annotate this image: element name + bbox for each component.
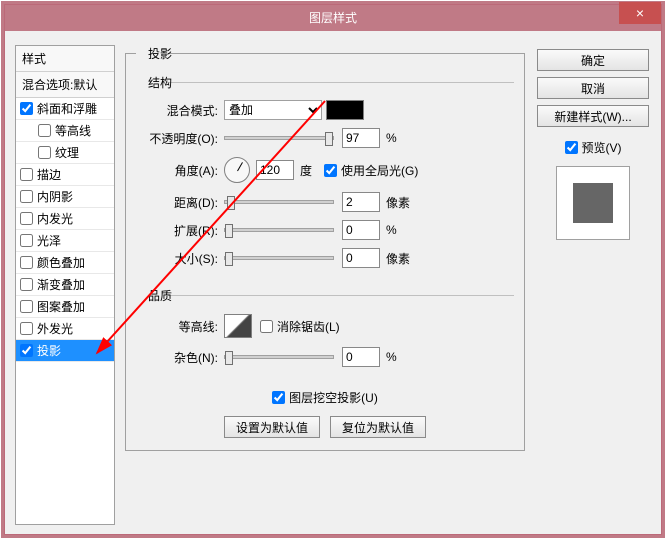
sidebar-item-2[interactable]: 纹理 [16,142,114,164]
preview-box [556,166,630,240]
distance-unit: 像素 [386,194,410,211]
angle-input[interactable] [256,160,294,180]
antialias-label: 消除锯齿(L) [277,318,340,335]
set-default-button[interactable]: 设置为默认值 [224,416,320,438]
size-label: 大小(S): [136,250,218,267]
new-style-button[interactable]: 新建样式(W)... [537,105,649,127]
reset-default-button[interactable]: 复位为默认值 [330,416,426,438]
sidebar-item-checkbox[interactable] [20,212,33,225]
noise-input[interactable] [342,347,380,367]
sidebar-item-label: 斜面和浮雕 [37,100,97,117]
angle-unit: 度 [300,162,312,179]
size-slider[interactable] [224,256,334,260]
opacity-label: 不透明度(O): [136,130,218,147]
sidebar-item-label: 纹理 [55,144,79,161]
preview-swatch [573,183,613,223]
structure-fieldset: 结构 混合模式: 叠加 不透明度(O): % 角度(A): [136,74,514,279]
sidebar-header-blend[interactable]: 混合选项:默认 [16,72,114,98]
sidebar-item-label: 描边 [37,166,61,183]
sidebar-item-checkbox[interactable] [38,146,51,159]
angle-dial[interactable] [224,157,250,183]
noise-slider[interactable] [224,355,334,359]
titlebar: 图层样式 × [5,5,661,31]
spread-label: 扩展(R): [136,222,218,239]
shadow-color-swatch[interactable] [326,100,364,120]
sidebar-item-9[interactable]: 图案叠加 [16,296,114,318]
layer-style-dialog: 图层样式 × 样式 混合选项:默认 斜面和浮雕等高线纹理描边内阴影内发光光泽颜色… [4,4,662,535]
sidebar-item-label: 外发光 [37,320,73,337]
blend-mode-select[interactable]: 叠加 [224,100,322,120]
sidebar-item-8[interactable]: 渐变叠加 [16,274,114,296]
main-panel: 投影 结构 混合模式: 叠加 不透明度(O): % [125,45,525,525]
sidebar-item-label: 渐变叠加 [37,276,85,293]
sidebar-item-label: 投影 [37,342,61,359]
sidebar-item-checkbox[interactable] [20,344,33,357]
dialog-title: 图层样式 [309,11,357,25]
blend-mode-label: 混合模式: [136,102,218,119]
distance-input[interactable] [342,192,380,212]
sidebar-item-checkbox[interactable] [20,300,33,313]
styles-sidebar: 样式 混合选项:默认 斜面和浮雕等高线纹理描边内阴影内发光光泽颜色叠加渐变叠加图… [15,45,115,525]
sidebar-item-label: 内发光 [37,210,73,227]
size-unit: 像素 [386,250,410,267]
knockout-checkbox[interactable] [272,391,285,404]
noise-label: 杂色(N): [136,349,218,366]
sidebar-item-3[interactable]: 描边 [16,164,114,186]
preview-label: 预览(V) [582,139,622,156]
distance-slider[interactable] [224,200,334,204]
ok-button[interactable]: 确定 [537,49,649,71]
sidebar-item-label: 颜色叠加 [37,254,85,271]
sidebar-item-10[interactable]: 外发光 [16,318,114,340]
sidebar-item-checkbox[interactable] [20,168,33,181]
opacity-input[interactable] [342,128,380,148]
angle-label: 角度(A): [136,162,218,179]
sidebar-item-label: 图案叠加 [37,298,85,315]
sidebar-item-0[interactable]: 斜面和浮雕 [16,98,114,120]
spread-slider[interactable] [224,228,334,232]
spread-unit: % [386,223,397,237]
sidebar-item-5[interactable]: 内发光 [16,208,114,230]
sidebar-item-1[interactable]: 等高线 [16,120,114,142]
sidebar-item-6[interactable]: 光泽 [16,230,114,252]
sidebar-item-checkbox[interactable] [20,234,33,247]
knockout-label: 图层挖空投影(U) [289,389,378,406]
effect-legend: 投影 [144,45,176,62]
noise-unit: % [386,350,397,364]
quality-legend: 品质 [144,287,176,304]
cancel-button[interactable]: 取消 [537,77,649,99]
preview-checkbox[interactable] [565,141,578,154]
effect-fieldset: 投影 结构 混合模式: 叠加 不透明度(O): % [125,45,525,451]
sidebar-item-checkbox[interactable] [38,124,51,137]
sidebar-item-checkbox[interactable] [20,256,33,269]
distance-label: 距离(D): [136,194,218,211]
sidebar-item-checkbox[interactable] [20,102,33,115]
opacity-slider[interactable] [224,136,334,140]
sidebar-item-label: 内阴影 [37,188,73,205]
antialias-checkbox[interactable] [260,320,273,333]
sidebar-item-4[interactable]: 内阴影 [16,186,114,208]
global-light-checkbox[interactable] [324,164,337,177]
close-button[interactable]: × [619,2,661,24]
quality-fieldset: 品质 等高线: 消除锯齿(L) 杂色(N): % [136,287,514,378]
opacity-unit: % [386,131,397,145]
spread-input[interactable] [342,220,380,240]
sidebar-item-label: 等高线 [55,122,91,139]
sidebar-item-checkbox[interactable] [20,278,33,291]
global-light-label: 使用全局光(G) [341,162,418,179]
contour-picker[interactable] [224,314,252,338]
sidebar-header-styles[interactable]: 样式 [16,46,114,72]
right-panel: 确定 取消 新建样式(W)... 预览(V) [537,49,649,240]
sidebar-item-checkbox[interactable] [20,190,33,203]
contour-label: 等高线: [136,318,218,335]
sidebar-item-11[interactable]: 投影 [16,340,114,362]
size-input[interactable] [342,248,380,268]
sidebar-item-label: 光泽 [37,232,61,249]
sidebar-item-checkbox[interactable] [20,322,33,335]
sidebar-item-7[interactable]: 颜色叠加 [16,252,114,274]
structure-legend: 结构 [144,74,176,91]
